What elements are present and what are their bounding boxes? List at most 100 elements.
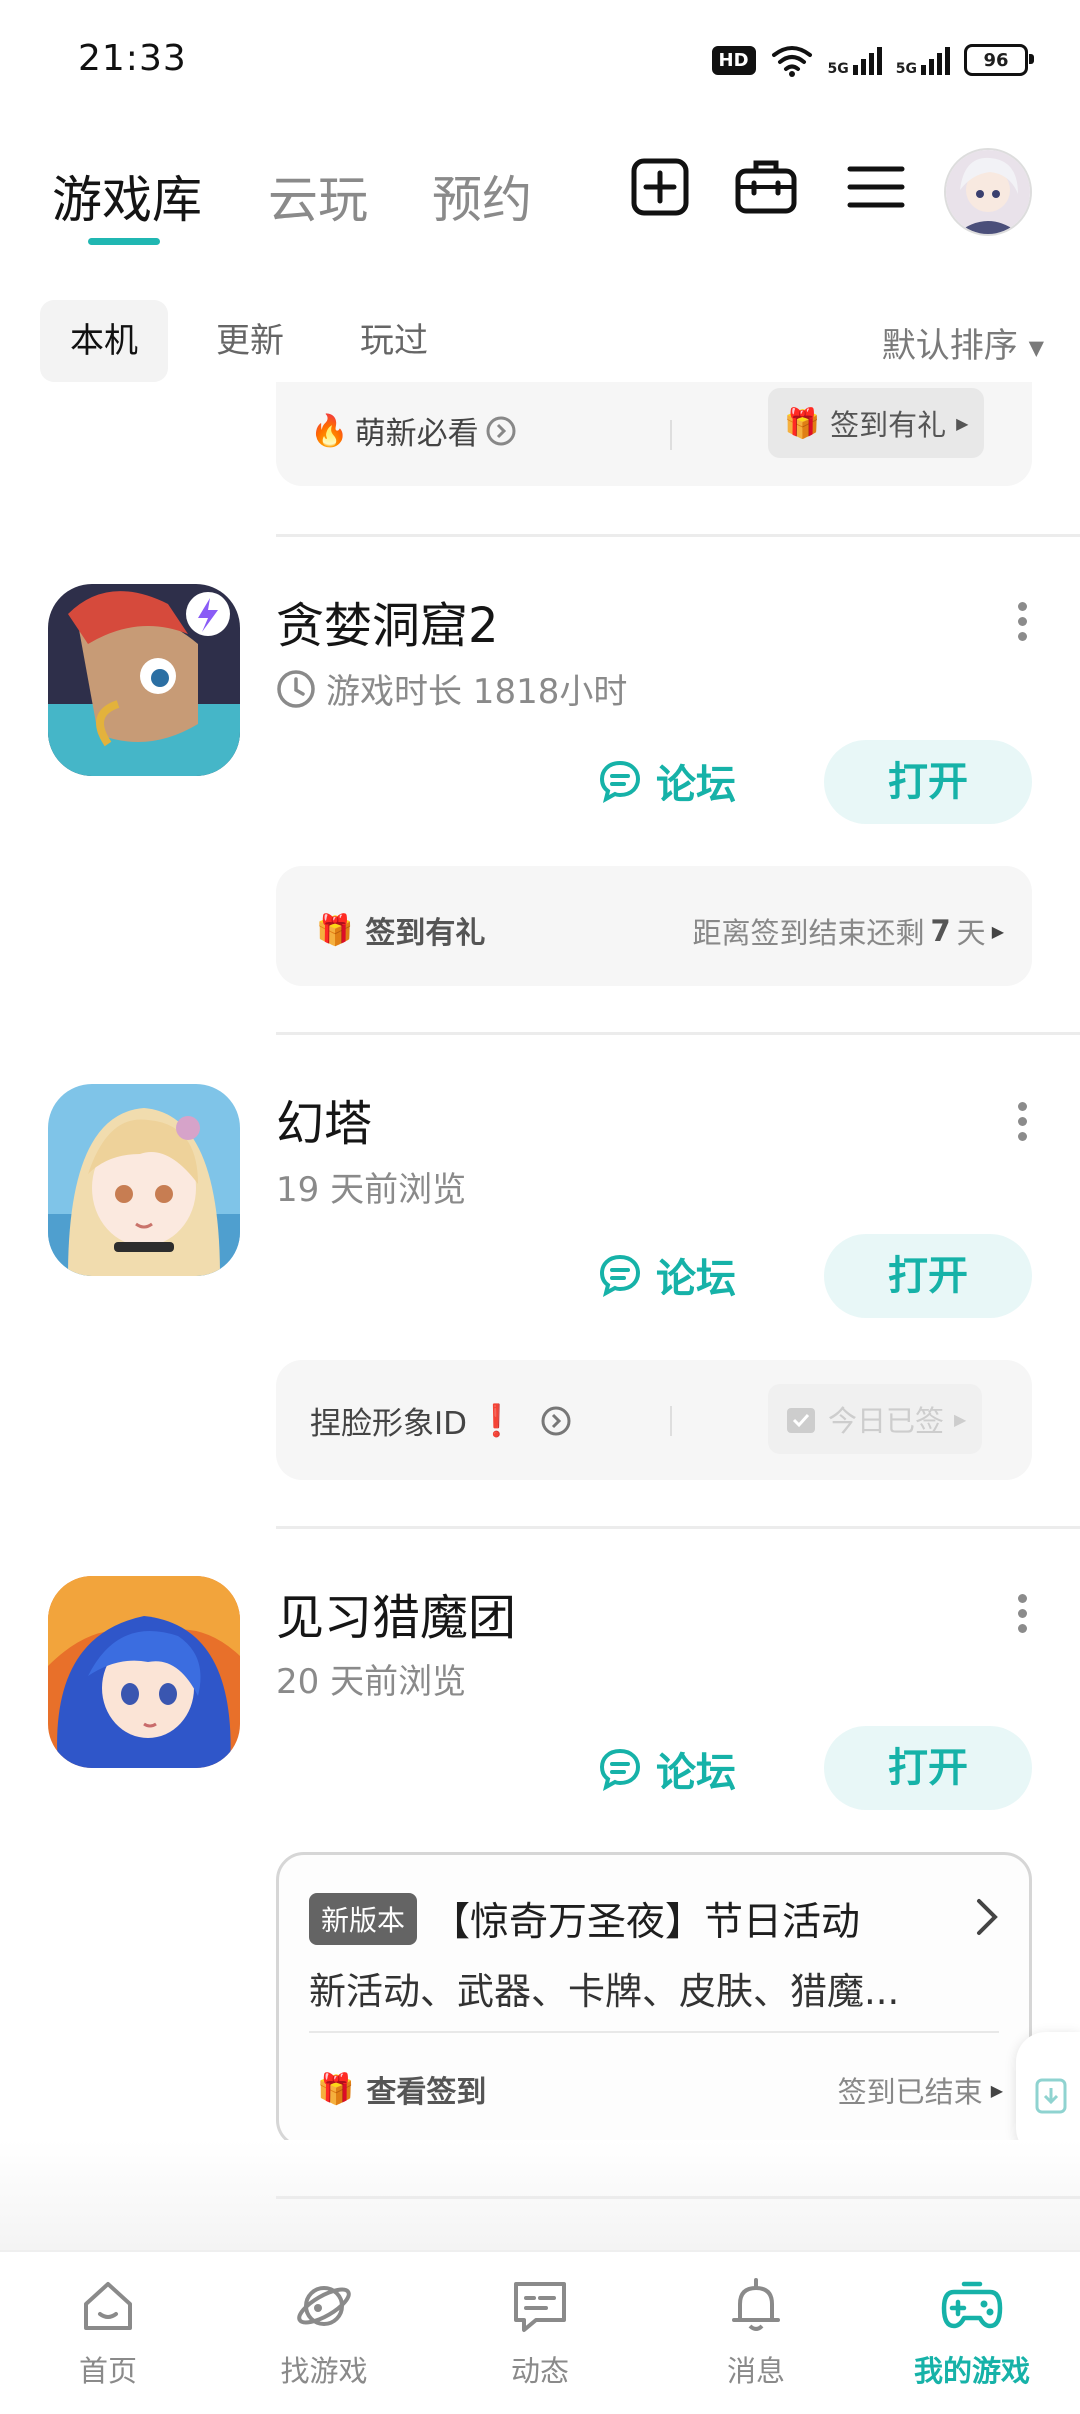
nav-label: 动态 [510, 2354, 569, 2388]
update-news-card[interactable]: 新版本 【惊奇万圣夜】节日活动 新活动、武器、卡牌、皮肤、猎魔... 🎁 查看签… [276, 1852, 1032, 2148]
countdown-suffix: 天 [956, 916, 986, 950]
tab-cloud-play[interactable]: 云玩 [268, 160, 368, 232]
forum-button[interactable]: 论坛 [596, 1740, 736, 1798]
arrow-circle-icon [541, 1406, 571, 1435]
partial-info-bar[interactable]: 🔥 萌新必看 🎁 签到有礼 ▶ [276, 382, 1032, 486]
nav-home[interactable]: 首页 [0, 2274, 216, 2390]
bottom-fade [0, 2140, 1080, 2250]
subtab-local[interactable]: 本机 [40, 300, 168, 382]
partial-info-text: 萌新必看 [354, 416, 479, 452]
tab-game-library[interactable]: 游戏库 [52, 160, 202, 232]
face-id-label: 捏脸形象ID [310, 1406, 468, 1442]
net-label-1: 5G [827, 61, 849, 77]
news-description: 新活动、武器、卡牌、皮肤、猎魔... [309, 1970, 900, 2013]
pill-label: 签到有礼 [830, 408, 947, 442]
nav-label: 首页 [78, 2354, 137, 2388]
game-icon-demon-hunter-trainee[interactable] [48, 1576, 240, 1768]
forum-icon [599, 1748, 641, 1791]
fire-icon: 🔥 [310, 413, 349, 449]
open-game-button[interactable]: 打开 [824, 1234, 1032, 1318]
status-time: 21:33 [78, 38, 187, 79]
view-sign-in-label: 查看签到 [366, 2075, 487, 2110]
game-title[interactable]: 幻塔 [276, 1084, 372, 1154]
forum-label: 论坛 [656, 1256, 736, 1302]
last-viewed: 19 天前浏览 [276, 1170, 467, 1210]
add-icon[interactable] [628, 155, 692, 219]
avatar[interactable] [944, 148, 1032, 236]
countdown-days: 7 [930, 914, 951, 948]
bell-icon [732, 2278, 780, 2331]
signed-today-label: 今日已签 [828, 1404, 945, 1438]
caret-right-icon: ▶ [991, 921, 1004, 941]
net-label-2: 5G [895, 61, 917, 77]
chevron-right-icon [977, 1899, 998, 1935]
caret-right-icon: ▶ [954, 1409, 967, 1429]
active-tab-indicator [88, 238, 160, 245]
news-title: 【惊奇万圣夜】节日活动 [431, 1900, 861, 1945]
planet-icon [297, 2286, 351, 2326]
nav-messages[interactable]: 消息 [648, 2274, 864, 2390]
more-options-icon[interactable] [1016, 596, 1028, 647]
caret-right-icon: ▶ [990, 2080, 1003, 2100]
separator [309, 2031, 999, 2033]
separator [670, 1406, 672, 1436]
hd-voice-icon: HD [711, 45, 756, 75]
clock-icon [277, 669, 315, 708]
divider [276, 1526, 1080, 1529]
forum-icon [599, 1254, 641, 1297]
chat-icon [514, 2282, 566, 2332]
signed-today-button[interactable]: 今日已签 ▶ [768, 1384, 983, 1454]
exclamation-icon: ❗ [477, 1403, 516, 1439]
separator [670, 420, 672, 450]
bottom-navigation: 首页 找游戏 动态 消息 我的游戏 [0, 2250, 1080, 2414]
game-title[interactable]: 贪婪洞窟2 [276, 586, 499, 656]
sign-in-bar[interactable]: 🎁 签到有礼 距离签到结束还剩 7 天 ▶ [276, 866, 1032, 986]
info-bar[interactable]: 捏脸形象ID ❗ 今日已签 ▶ [276, 1360, 1032, 1480]
game-title[interactable]: 见习猎魔团 [276, 1578, 516, 1648]
calendar-check-icon [787, 1408, 815, 1433]
sign-in-ended-label: 签到已结束 [837, 2075, 983, 2109]
sort-dropdown[interactable]: 默认排序 ▼ [882, 318, 1044, 367]
game-icon-greedy-cave-2[interactable] [48, 584, 240, 776]
sign-in-label: 签到有礼 [365, 916, 486, 951]
forum-label: 论坛 [656, 762, 736, 808]
gift-icon: 🎁 [316, 912, 354, 948]
subtab-played[interactable]: 玩过 [360, 300, 428, 382]
sign-in-gift-button[interactable]: 🎁 签到有礼 ▶ [768, 388, 985, 458]
more-options-icon[interactable] [1016, 1588, 1028, 1639]
gift-icon: 🎁 [317, 2071, 355, 2107]
game-icon-tower-of-fantasy[interactable] [48, 1084, 240, 1276]
forum-button[interactable]: 论坛 [596, 1246, 736, 1304]
nav-feed[interactable]: 动态 [432, 2274, 648, 2390]
arrow-circle-icon [486, 416, 516, 445]
signal-5g-icon-1: 5G [827, 45, 882, 77]
forum-button[interactable]: 论坛 [596, 752, 736, 810]
wifi-icon [771, 46, 812, 77]
play-time-row: 游戏时长 1818小时 [276, 664, 627, 713]
download-icon [1035, 2078, 1067, 2114]
sort-label: 默认排序 [881, 326, 1018, 366]
partial-info-group: 🔥 萌新必看 [310, 408, 517, 453]
caret-down-icon: ▼ [1028, 335, 1044, 360]
countdown-prefix: 距离签到结束还剩 [692, 916, 925, 950]
new-version-badge: 新版本 [309, 1893, 418, 1945]
nav-find-games[interactable]: 找游戏 [216, 2274, 432, 2390]
open-game-button[interactable]: 打开 [824, 1726, 1032, 1810]
toolbox-icon[interactable] [734, 155, 798, 219]
divider [276, 534, 1080, 537]
view-sign-in[interactable]: 🎁 查看签到 [317, 2067, 486, 2111]
tab-reservation[interactable]: 预约 [432, 160, 532, 232]
divider [276, 1032, 1080, 1035]
subtab-updates[interactable]: 更新 [216, 300, 284, 382]
open-game-button[interactable]: 打开 [824, 740, 1032, 824]
news-header: 新版本 【惊奇万圣夜】节日活动 [309, 1891, 860, 1947]
gift-icon: 🎁 [784, 405, 821, 440]
battery-icon: 96 [964, 44, 1034, 76]
menu-icon[interactable] [844, 155, 908, 219]
divider [276, 2196, 1080, 2199]
more-options-icon[interactable] [1016, 1096, 1028, 1147]
gamepad-icon [941, 2281, 1003, 2329]
nav-label: 我的游戏 [913, 2354, 1030, 2388]
nav-my-games[interactable]: 我的游戏 [864, 2274, 1080, 2390]
last-viewed: 20 天前浏览 [276, 1662, 467, 1702]
